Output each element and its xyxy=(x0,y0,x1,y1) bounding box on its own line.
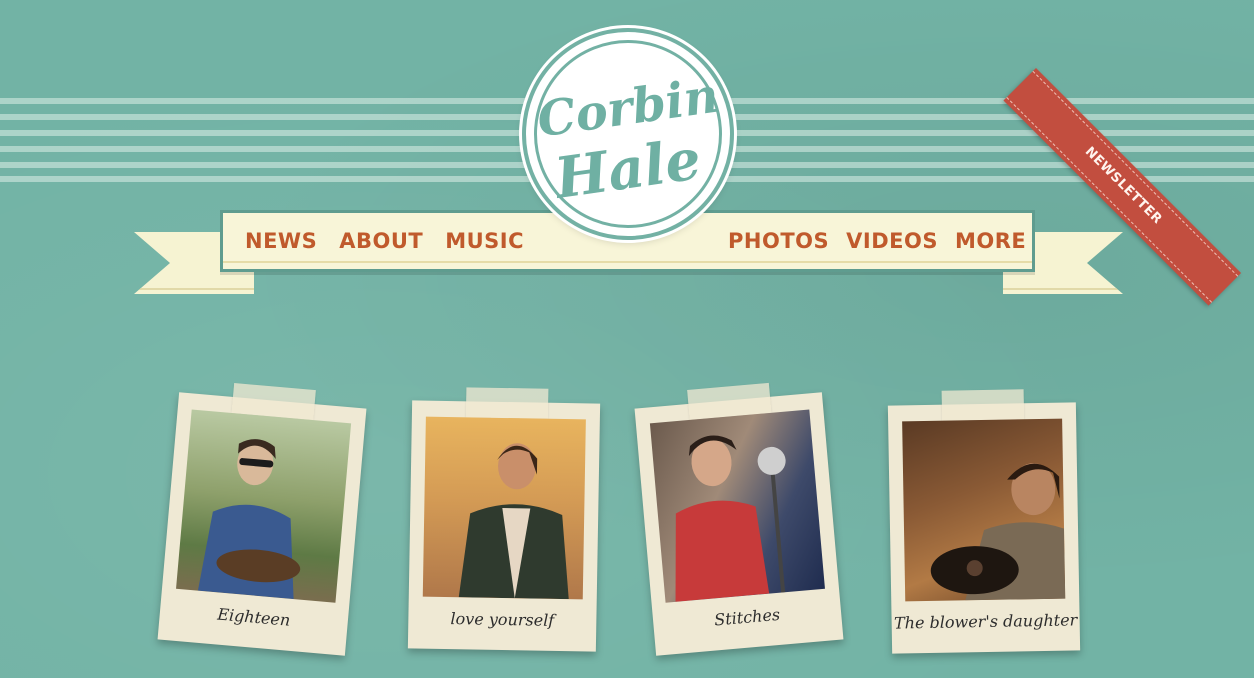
song-photo xyxy=(176,409,352,603)
polaroid-song-3[interactable]: Stitches xyxy=(634,382,844,656)
person-playing-guitar-image xyxy=(930,463,1066,601)
nav-videos[interactable]: VIDEOS xyxy=(846,229,938,253)
main-nav-right: PHOTOS VIDEOS MORE xyxy=(728,229,1026,253)
song-photo xyxy=(422,416,586,600)
nav-about[interactable]: ABOUT xyxy=(339,229,423,253)
nav-news[interactable]: NEWS xyxy=(245,229,317,253)
site-logo[interactable]: Corbin Hale xyxy=(522,28,734,240)
polaroid-song-4[interactable]: The blower's daughter xyxy=(887,389,1081,654)
song-caption: The blower's daughter xyxy=(893,610,1078,633)
polaroid-song-1[interactable]: Eighteen xyxy=(157,383,367,656)
song-photo xyxy=(649,409,825,603)
song-caption: Stitches xyxy=(713,604,781,630)
tape xyxy=(465,387,549,419)
person-portrait-image xyxy=(458,443,569,600)
person-with-guitar-image xyxy=(197,439,301,600)
nav-more[interactable]: MORE xyxy=(955,229,1026,253)
song-photo xyxy=(902,418,1066,602)
nav-music[interactable]: MUSIC xyxy=(445,229,524,253)
song-caption: love yourself xyxy=(450,609,555,630)
song-caption: Eighteen xyxy=(216,604,292,630)
nav-photos[interactable]: PHOTOS xyxy=(728,229,829,253)
person-with-microphone-image xyxy=(675,435,786,602)
tape xyxy=(941,389,1025,421)
main-nav-left: NEWS ABOUT MUSIC xyxy=(245,229,524,253)
polaroid-song-2[interactable]: love yourself xyxy=(407,387,601,652)
